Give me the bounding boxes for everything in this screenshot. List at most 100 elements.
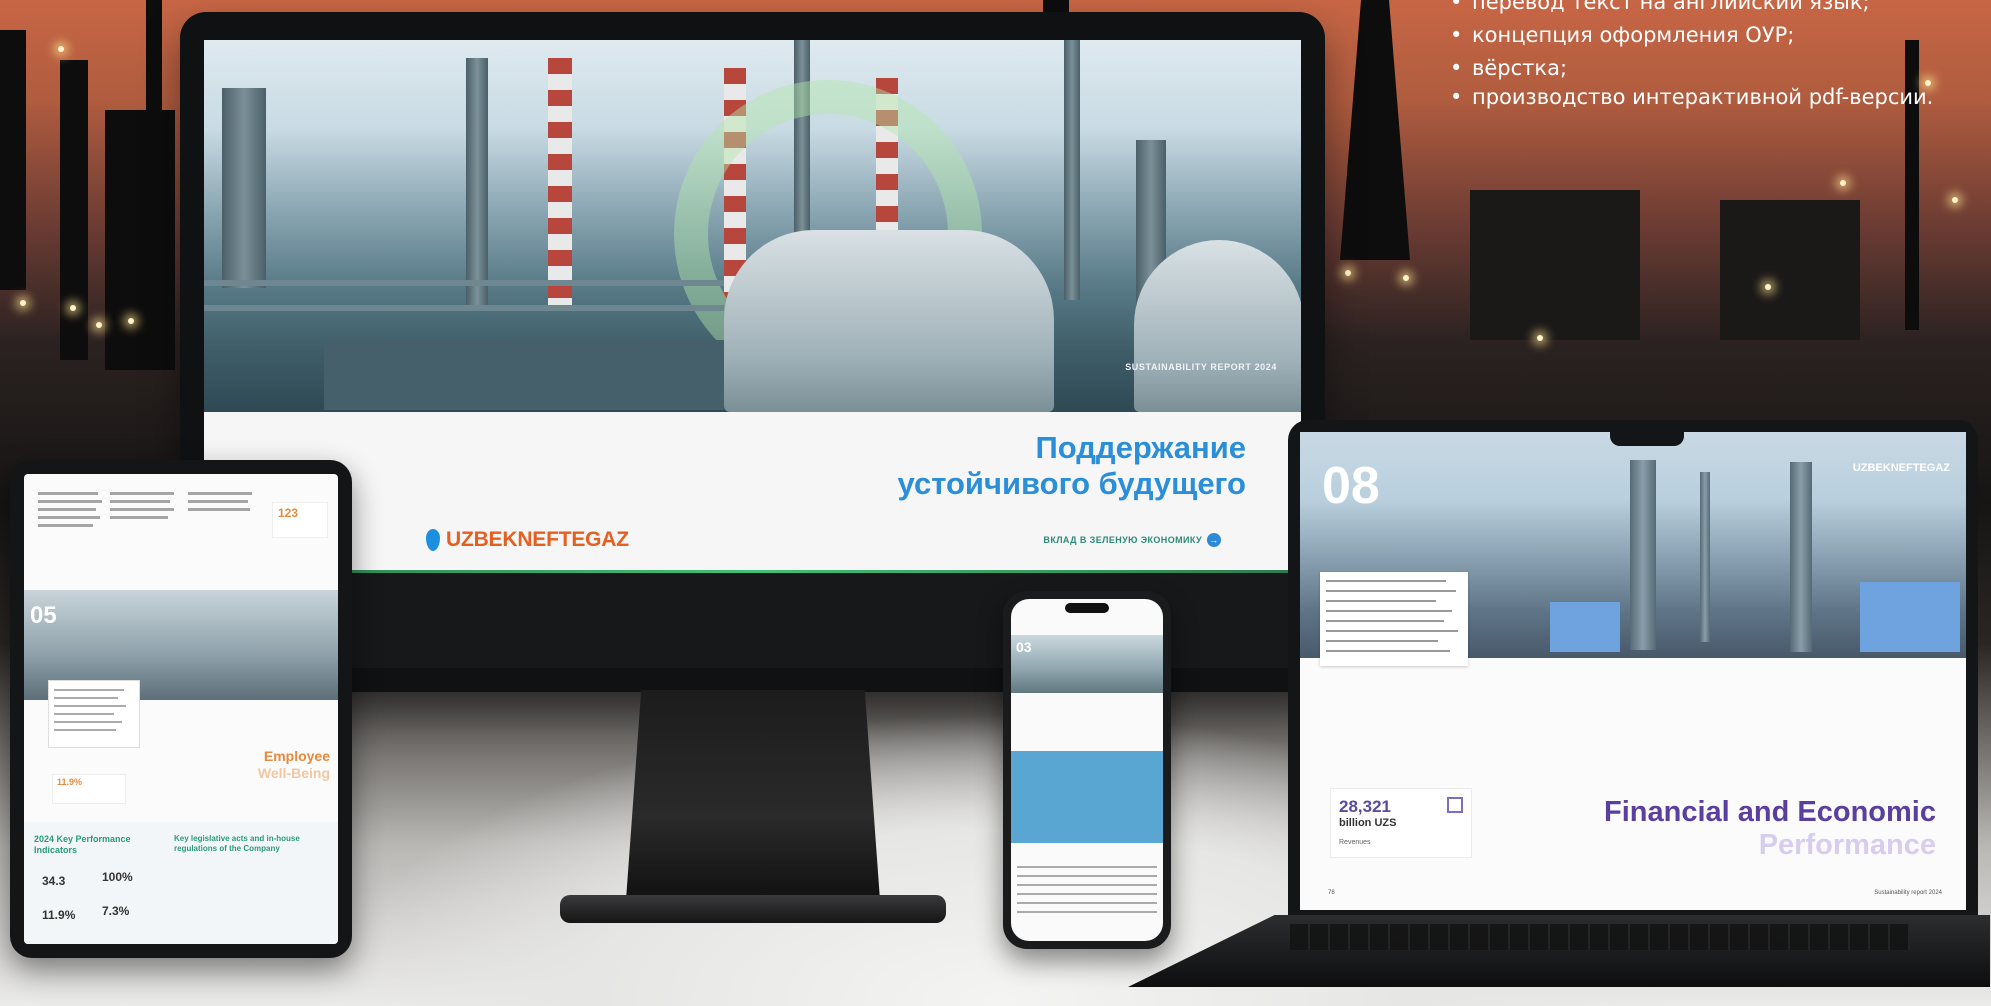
background-tower — [0, 30, 26, 290]
section-number: 03 — [1016, 639, 1032, 655]
text-line — [38, 516, 100, 519]
chimney-stack — [1064, 40, 1080, 300]
section-title: Financial and Economic Performance — [1604, 796, 1936, 862]
section-title-1: Employee — [263, 748, 330, 764]
chimney-stack — [548, 58, 572, 308]
text-line — [38, 508, 96, 511]
pipe — [204, 280, 724, 286]
contents-box — [48, 680, 140, 748]
section-title: Employee Well-Being — [258, 748, 330, 782]
text-line — [188, 500, 248, 503]
text-line — [38, 492, 98, 495]
background-tower — [105, 110, 175, 370]
kpi-value: 11.9% — [42, 908, 76, 922]
phone-table — [1017, 859, 1157, 931]
link-label: ВКЛАД В ЗЕЛЕНУЮ ЭКОНОМИКУ — [1043, 535, 1202, 545]
stat-box: 123 — [272, 502, 328, 538]
services-item: перевод текст на английский язык; — [1448, 0, 1988, 19]
kpi-page: 2024 Key Performance Indicators Key legi… — [24, 822, 338, 944]
grid-icon — [1447, 797, 1463, 813]
monitor-stand-base — [560, 895, 946, 923]
arrow-right-icon: → — [1207, 533, 1221, 547]
pipe — [324, 340, 724, 410]
laptop-screen: 08 UZBEKNEFTEGAZ 28,321 billion UZS Reve… — [1300, 432, 1966, 910]
monitor-screen: SUSTAINABILITY REPORT 2024 Поддержание у… — [204, 40, 1301, 668]
services-list: перевод текст на английский язык; концеп… — [1448, 0, 1988, 110]
logo-text: UZBEKNEFTEGAZ — [446, 528, 629, 551]
text-line — [110, 500, 170, 503]
revenue-label: Revenues — [1339, 839, 1371, 846]
kpi-value: 7.3% — [102, 904, 130, 918]
laptop-logo: UZBEKNEFTEGAZ — [1852, 462, 1950, 474]
chimney-stack — [466, 58, 488, 308]
background-light — [1537, 335, 1543, 341]
text-line — [110, 492, 174, 495]
text-line — [110, 516, 168, 519]
revenue-unit: billion UZS — [1339, 817, 1397, 829]
text-line — [110, 508, 174, 511]
monitor-stand — [626, 690, 880, 900]
pipe — [204, 305, 724, 311]
background-tower — [146, 0, 162, 120]
storage-tank — [1134, 240, 1301, 412]
background-tank — [1470, 190, 1640, 340]
storage-tank — [724, 230, 1054, 412]
phone-photo — [1011, 635, 1163, 693]
background-tank — [1720, 200, 1860, 340]
phone-screen: 03 — [1011, 599, 1163, 941]
refinery-photo — [204, 40, 1301, 412]
page-number: 78 — [1328, 890, 1335, 896]
kpi-value: 34.3 — [42, 874, 66, 888]
text-line — [38, 500, 102, 503]
drop-icon — [426, 529, 440, 551]
background-tower — [60, 60, 88, 360]
report-headline: Поддержание устойчивого будущего — [897, 430, 1246, 502]
green-economy-link[interactable]: ВКЛАД В ЗЕЛЕНУЮ ЭКОНОМИКУ → — [1043, 533, 1221, 547]
headline-line-1: Поддержание — [1035, 430, 1246, 465]
background-light — [70, 305, 76, 311]
phone-blue-page — [1011, 751, 1163, 843]
value-box: 11.9% — [52, 774, 126, 804]
stat-value: 123 — [278, 506, 299, 520]
plant-tower — [1790, 462, 1812, 652]
plant-tower — [1630, 460, 1656, 650]
camera-island — [1065, 603, 1109, 613]
revenue-value: 28,321 — [1339, 797, 1391, 816]
revenue-box: 28,321 billion UZS Revenues — [1330, 788, 1472, 858]
blue-building — [1550, 602, 1620, 652]
section-title-2: Performance — [1758, 829, 1936, 861]
chimney-stack — [222, 88, 266, 288]
kpi-value: 100% — [102, 870, 133, 884]
green-accent-line — [204, 570, 1301, 573]
laptop-keyboard — [1290, 924, 1910, 950]
text-line — [188, 492, 252, 495]
background-light — [1952, 197, 1958, 203]
background-light — [1345, 270, 1351, 276]
tablet-device: 123 05 Employee Well-Being 11.9% 2024 Ke… — [10, 460, 352, 958]
smartphone-device: 03 — [1003, 591, 1171, 949]
kpi-heading: 2024 Key Performance Indicators — [34, 834, 131, 855]
background-light — [20, 300, 26, 306]
background-light — [1840, 180, 1846, 186]
page-footer: Sustainability report 2024 — [1874, 890, 1942, 896]
background-derrick — [1043, 0, 1069, 12]
text-line — [38, 524, 93, 527]
background-light — [1403, 275, 1409, 281]
services-item: концепция оформления ОУР; — [1448, 19, 1988, 52]
contents-box — [1320, 572, 1468, 666]
section-number: 08 — [1322, 457, 1380, 515]
headline-line-2: устойчивого будущего — [897, 466, 1246, 501]
blue-building — [1860, 582, 1960, 652]
laptop-notch — [1610, 432, 1684, 446]
background-light — [96, 322, 102, 328]
laptop-device: 08 UZBEKNEFTEGAZ 28,321 billion UZS Reve… — [1288, 420, 1978, 922]
background-light — [128, 318, 134, 324]
background-light — [58, 46, 64, 52]
report-label: SUSTAINABILITY REPORT 2024 — [1125, 362, 1277, 372]
background-light — [1765, 284, 1771, 290]
section-number: 05 — [30, 602, 57, 629]
legislation-heading: Key legislative acts and in-house regula… — [174, 834, 300, 853]
section-title-2: Well-Being — [257, 765, 330, 781]
plant-tower — [1700, 472, 1710, 642]
tablet-screen: 123 05 Employee Well-Being 11.9% 2024 Ke… — [24, 474, 338, 944]
